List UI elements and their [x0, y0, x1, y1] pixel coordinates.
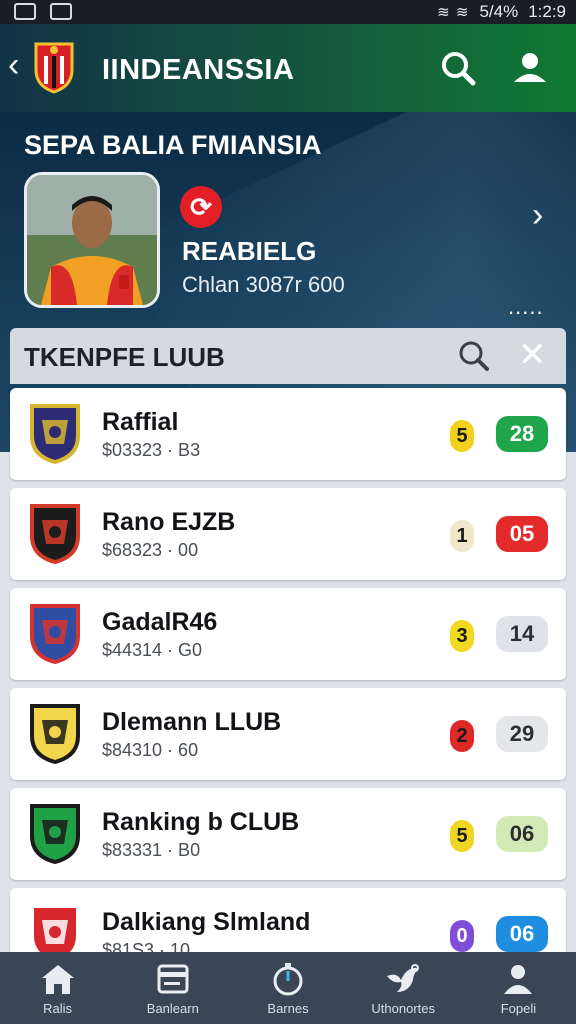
person-icon [504, 965, 533, 994]
club-name: Ranking b CLUB [102, 808, 300, 836]
section-title: TKENPFE LUUB [24, 342, 225, 372]
club-crest-icon [30, 804, 80, 864]
status-bar: ≋ ≋ 5/4% 1:2:9 [0, 0, 576, 24]
club-row[interactable]: Raffial $03323 · B3 5 28 [10, 388, 566, 480]
nav-label: Ralis [43, 1001, 73, 1016]
app-title: IINDEANSSIA [102, 54, 295, 86]
wifi-icon: ≋ ≋ [437, 4, 470, 21]
search-icon[interactable] [456, 338, 492, 374]
score-badge: 28 [496, 416, 548, 452]
club-list: Raffial $03323 · B3 5 28 Rano EJZB $6832… [10, 388, 566, 988]
player-club-badge: ⟳ [180, 186, 222, 228]
club-stats: $68323 · 00 [102, 540, 199, 560]
rank-badge: 5 [450, 820, 474, 852]
rank-badge: 0 [450, 920, 474, 952]
score-badge: 06 [496, 916, 548, 952]
club-stats: $03323 · B3 [102, 440, 201, 460]
club-name: GadalR46 [102, 608, 218, 636]
club-name: Raffial [102, 408, 179, 436]
nav-item-fopeli[interactable]: Fopeli [461, 952, 576, 1024]
nav-label: Uthonortes [371, 1001, 435, 1016]
rank-badge: 2 [450, 720, 474, 752]
club-row[interactable]: Rano EJZB $68323 · 00 1 05 [10, 488, 566, 580]
nav-item-barnes[interactable]: Barnes [230, 952, 345, 1024]
rank-badge: 3 [450, 620, 474, 652]
club-crest-icon [30, 604, 80, 664]
club-crest-icon [30, 404, 80, 464]
more-options-icon[interactable]: ..... [508, 294, 544, 320]
nav-label: Fopeli [500, 1001, 537, 1016]
club-list-header: TKENPFE LUUB ✕ [10, 328, 566, 384]
profile-icon[interactable] [510, 48, 550, 88]
search-icon[interactable] [438, 48, 478, 88]
nav-label: Banlearn [146, 1001, 199, 1016]
player-photo[interactable] [24, 172, 160, 308]
club-name: Rano EJZB [102, 508, 236, 536]
rank-badge: 1 [450, 520, 474, 552]
club-row[interactable]: Ranking b CLUB $83331 · B0 5 06 [10, 788, 566, 880]
stopwatch-icon [273, 963, 303, 996]
player-meta: Chlan 3087r 600 [182, 272, 345, 297]
club-stats: $83331 · B0 [102, 840, 201, 860]
image-notification-icon [50, 3, 72, 20]
hero-title: SEPA BALIA FMIANSIA [24, 130, 322, 160]
rank-badge: 5 [450, 420, 474, 452]
back-arrow-icon[interactable]: ‹ [8, 48, 19, 82]
club-stats: $44314 · G0 [102, 640, 203, 660]
bird-icon [387, 964, 420, 992]
player-name: REABIELG [182, 236, 317, 266]
nav-item-ralis[interactable]: Ralis [0, 952, 115, 1024]
club-crest-icon [30, 704, 80, 764]
close-icon[interactable]: ✕ [518, 336, 547, 374]
club-stats: $84310 · 60 [102, 740, 199, 760]
score-badge: 14 [496, 616, 548, 652]
card-icon [157, 964, 189, 994]
battery-signal-text: 5/4% [479, 2, 519, 21]
chevron-right-icon[interactable]: › [532, 196, 543, 235]
nav-item-uthonortes[interactable]: Uthonortes [346, 952, 461, 1024]
score-badge: 29 [496, 716, 548, 752]
club-logo-icon [34, 42, 74, 94]
home-icon [41, 965, 74, 994]
club-row[interactable]: GadalR46 $44314 · G0 3 14 [10, 588, 566, 680]
club-crest-icon [30, 504, 80, 564]
score-badge: 05 [496, 516, 548, 552]
club-row[interactable]: Dlemann LLUB $84310 · 60 2 29 [10, 688, 566, 780]
nav-label: Barnes [267, 1001, 309, 1016]
nav-item-banlearn[interactable]: Banlearn [115, 952, 230, 1024]
club-name: Dalkiang Slmland [102, 908, 311, 936]
score-badge: 06 [496, 816, 548, 852]
clock: 1:2:9 [528, 2, 566, 21]
app-header: ‹ IINDEANSSIA [0, 24, 576, 112]
check-notification-icon [14, 3, 36, 20]
bottom-navigation: Ralis Banlearn Barnes Uthonortes Fopeli [0, 952, 576, 1024]
club-name: Dlemann LLUB [102, 708, 282, 736]
